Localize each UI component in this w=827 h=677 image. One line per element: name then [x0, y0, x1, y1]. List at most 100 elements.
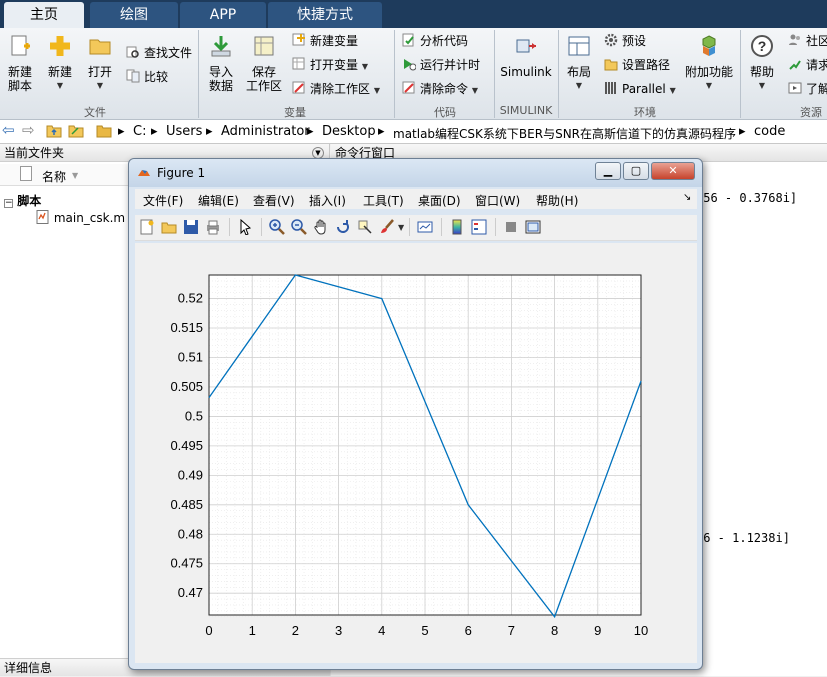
clear-commands-label: 清除命令 — [420, 82, 469, 96]
address-bar[interactable]: ⇦ ⇨ ▸ C: ▸ Users ▸ Administrator ▸ Deskt… — [0, 120, 827, 144]
open-variable-button[interactable]: 打开变量 ▼ — [292, 56, 368, 74]
line-plot[interactable]: 0 1 2 3 4 5 6 7 8 9 10 0.47 0.475 0.48 0.485 0.49 0.495 0… — [135, 243, 697, 663]
clear-workspace-label: 清除工作区 — [310, 82, 371, 96]
path-segment-desktop[interactable]: Desktop — [322, 124, 376, 139]
tab-apps[interactable]: APP — [180, 2, 266, 28]
figure-window[interactable]: Figure 1 ▁ ▢ ✕ 文件(F) 编辑(E) 查看(V) 插入(I) 工… — [128, 158, 703, 670]
show-plot-tools-icon[interactable] — [525, 219, 541, 235]
browse-folder-icon[interactable] — [68, 122, 84, 142]
addons-button[interactable]: 附加功能 ▼ — [684, 34, 734, 93]
help-dropdown-arrow[interactable]: ▼ — [744, 79, 780, 93]
sort-arrow-icon[interactable]: ▼ — [72, 171, 78, 180]
print-icon[interactable] — [205, 219, 221, 235]
up-folder-icon[interactable] — [46, 122, 62, 142]
brush-dropdown-icon[interactable]: ▼ — [398, 223, 404, 232]
preferences-button[interactable]: 预设 — [604, 32, 646, 50]
parallel-dropdown[interactable]: ▼ — [670, 86, 676, 95]
help-button[interactable]: ? 帮助 ▼ — [744, 34, 780, 93]
menu-edit[interactable]: 编辑(E) — [198, 192, 239, 209]
rotate-3d-icon[interactable] — [335, 219, 351, 235]
analyze-code-button[interactable]: 分析代码 — [402, 32, 468, 50]
community-button[interactable]: 社区 — [788, 32, 827, 50]
clear-workspace-button[interactable]: 清除工作区 ▼ — [292, 80, 380, 98]
compare-button[interactable]: 比较 — [126, 68, 168, 86]
file-item-label: main_csk.m — [53, 211, 126, 225]
layout-dropdown-arrow[interactable]: ▼ — [562, 79, 596, 93]
parallel-button[interactable]: Parallel ▼ — [604, 80, 676, 98]
figure-canvas[interactable]: 0 1 2 3 4 5 6 7 8 9 10 0.47 0.475 0.48 0.485 0.49 0.495 0… — [135, 243, 697, 663]
hide-plot-tools-icon[interactable] — [503, 219, 519, 235]
link-plot-icon[interactable] — [417, 219, 433, 235]
learn-matlab-button[interactable]: 了解 — [788, 80, 827, 98]
collapse-icon[interactable]: − — [4, 199, 13, 208]
tab-plots[interactable]: 绘图 — [90, 2, 178, 28]
close-button[interactable]: ✕ — [651, 162, 695, 180]
dock-arrow-icon[interactable]: ↘ — [683, 192, 691, 203]
clear-workspace-dropdown[interactable]: ▼ — [374, 86, 380, 95]
path-segment-users[interactable]: Users — [166, 124, 202, 139]
forward-arrow-icon[interactable]: ⇨ — [22, 121, 35, 139]
find-files-button[interactable]: 查找文件 — [126, 44, 192, 62]
path-separator: ▸ — [307, 124, 314, 139]
new-variable-button[interactable]: 新建变量 — [292, 32, 358, 50]
addons-dropdown-arrow[interactable]: ▼ — [684, 79, 734, 93]
brush-icon[interactable] — [379, 219, 395, 235]
new-button[interactable]: 新建 ▼ — [44, 34, 76, 93]
file-item-main-csk[interactable]: main_csk.m — [36, 210, 125, 225]
set-path-button[interactable]: 设置路径 — [604, 56, 670, 74]
menu-file[interactable]: 文件(F) — [143, 192, 183, 209]
pointer-icon[interactable] — [237, 219, 253, 235]
y-tick-label: 0.505 — [170, 379, 203, 394]
menu-tools[interactable]: 工具(T) — [363, 192, 404, 209]
pan-hand-icon[interactable] — [313, 219, 329, 235]
section-divider — [494, 30, 495, 118]
request-support-button[interactable]: 请求 — [788, 56, 827, 74]
section-code-label: 代码 — [434, 106, 456, 119]
maximize-button[interactable]: ▢ — [623, 162, 649, 180]
tab-shortcuts[interactable]: 快捷方式 — [268, 2, 382, 28]
group-scripts[interactable]: − 脚本 — [4, 192, 41, 209]
name-column-header[interactable]: 名称 — [42, 168, 66, 185]
analyze-code-icon — [402, 33, 414, 47]
open-button[interactable]: 打开 ▼ — [84, 34, 116, 93]
new-variable-icon — [292, 33, 305, 46]
menu-insert[interactable]: 插入(I) — [309, 192, 346, 209]
menu-desktop[interactable]: 桌面(D) — [418, 192, 461, 209]
toolbar-separator — [495, 218, 496, 236]
x-tick-label: 1 — [249, 623, 256, 638]
layout-button[interactable]: 布局 ▼ — [562, 34, 596, 93]
clear-commands-dropdown[interactable]: ▼ — [472, 86, 478, 95]
run-and-time-button[interactable]: 运行并计时 — [402, 56, 480, 74]
path-segment-project[interactable]: matlab编程CSK系统下BER与SNR在高斯信道下的仿真源码程序 — [393, 125, 736, 142]
import-data-button[interactable]: 导入 数据 — [204, 34, 238, 93]
zoom-out-icon[interactable] — [291, 219, 307, 235]
open-dropdown-arrow[interactable]: ▼ — [84, 79, 116, 93]
zoom-in-icon[interactable] — [269, 219, 285, 235]
save-icon[interactable] — [183, 219, 199, 235]
minimize-button[interactable]: ▁ — [595, 162, 621, 180]
new-dropdown-arrow[interactable]: ▼ — [44, 79, 76, 93]
data-cursor-icon[interactable] — [357, 219, 373, 235]
parallel-label: Parallel — [622, 82, 666, 96]
new-script-button[interactable]: 新建 脚本 — [4, 34, 36, 93]
figure-title-bar[interactable]: Figure 1 ▁ ▢ ✕ — [129, 159, 702, 187]
back-arrow-icon[interactable]: ⇦ — [2, 121, 15, 139]
simulink-button[interactable]: Simulink — [500, 34, 552, 79]
legend-icon[interactable] — [471, 219, 487, 235]
colorbar-icon[interactable] — [449, 219, 465, 235]
path-segment-administrator[interactable]: Administrator — [221, 124, 310, 139]
clear-commands-button[interactable]: 清除命令 ▼ — [402, 80, 478, 98]
open-variable-dropdown[interactable]: ▼ — [362, 62, 368, 71]
x-tick-label: 7 — [508, 623, 515, 638]
open-file-icon[interactable] — [161, 219, 177, 235]
path-segment-code[interactable]: code — [754, 124, 785, 139]
menu-help[interactable]: 帮助(H) — [536, 192, 578, 209]
tab-home[interactable]: 主页 — [4, 2, 84, 28]
new-figure-icon[interactable] — [139, 219, 155, 235]
new-label: 新建 — [47, 65, 72, 79]
group-scripts-label: 脚本 — [17, 194, 42, 208]
path-segment-drive[interactable]: C: — [133, 124, 146, 139]
save-workspace-button[interactable]: 保存 工作区 — [244, 34, 284, 93]
menu-view[interactable]: 查看(V) — [253, 192, 295, 209]
menu-window[interactable]: 窗口(W) — [475, 192, 520, 209]
